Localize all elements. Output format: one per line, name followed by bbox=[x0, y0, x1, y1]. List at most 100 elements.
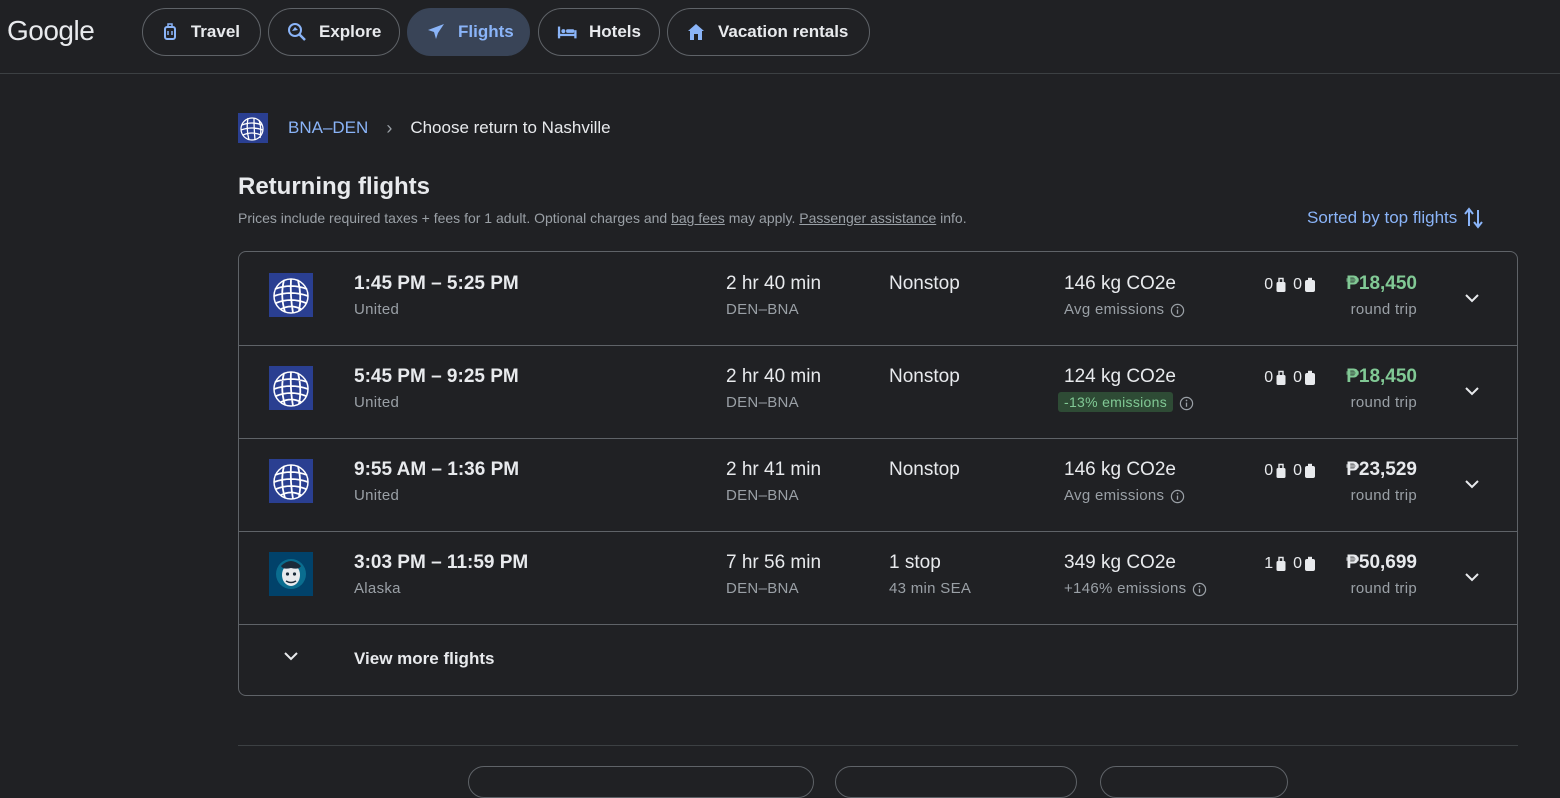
emissions-detail: -13% emissions bbox=[1058, 392, 1194, 412]
carry-on-count: 1 bbox=[1264, 555, 1274, 572]
flight-route: DEN–BNA bbox=[726, 301, 799, 318]
emissions-value: 146 kg CO2e bbox=[1064, 273, 1176, 294]
flight-duration: 2 hr 40 min bbox=[726, 273, 822, 294]
emissions-badge: -13% emissions bbox=[1058, 392, 1174, 412]
united-logo-icon bbox=[269, 366, 313, 410]
united-logo-icon bbox=[238, 113, 268, 143]
carry-on-bag-icon bbox=[1276, 556, 1286, 571]
checked-bag-icon bbox=[1305, 463, 1315, 478]
flight-stops: Nonstop bbox=[889, 459, 960, 480]
flight-row[interactable]: 5:45 PM – 9:25 PM United 2 hr 40 min DEN… bbox=[239, 345, 1517, 439]
price-note: round trip bbox=[1350, 394, 1417, 411]
carry-on-count: 0 bbox=[1264, 369, 1274, 386]
flight-row[interactable]: 3:03 PM – 11:59 PM Alaska 7 hr 56 min DE… bbox=[239, 531, 1517, 625]
price-note: round trip bbox=[1350, 301, 1417, 318]
carry-on-count: 0 bbox=[1264, 276, 1274, 293]
checked-bag-count: 0 bbox=[1293, 555, 1302, 572]
flight-stops: Nonstop bbox=[889, 273, 960, 294]
carry-on-bag-icon bbox=[1276, 277, 1286, 292]
info-icon[interactable] bbox=[1179, 396, 1194, 411]
tab-explore[interactable]: Explore bbox=[268, 8, 400, 56]
bag-fees-link[interactable]: bag fees bbox=[671, 210, 725, 226]
flight-price: ₱18,450 bbox=[1346, 273, 1417, 294]
note-text: may apply. bbox=[728, 210, 796, 226]
expand-chevron-icon[interactable] bbox=[1462, 288, 1482, 308]
flight-route: DEN–BNA bbox=[726, 394, 799, 411]
baggage-allowance: 1 0 bbox=[1264, 555, 1322, 573]
checked-bag-count: 0 bbox=[1293, 462, 1302, 479]
flight-price: ₱18,450 bbox=[1346, 366, 1417, 387]
expand-chevron-icon[interactable] bbox=[1462, 474, 1482, 494]
flight-price: ₱23,529 bbox=[1346, 459, 1417, 480]
flight-row[interactable]: 1:45 PM – 5:25 PM United 2 hr 40 min DEN… bbox=[239, 252, 1517, 346]
checked-bag-icon bbox=[1305, 556, 1315, 571]
view-more-label: View more flights bbox=[354, 649, 495, 668]
carry-on-count: 0 bbox=[1264, 462, 1274, 479]
flight-price: ₱50,699 bbox=[1346, 552, 1417, 573]
breadcrumb-route-link[interactable]: BNA–DEN bbox=[288, 118, 368, 138]
google-logo[interactable]: Google bbox=[7, 15, 95, 47]
emissions-note: Avg emissions bbox=[1064, 487, 1165, 504]
tab-label: Explore bbox=[319, 22, 382, 41]
airline-name: United bbox=[354, 394, 400, 411]
passenger-assistance-link[interactable]: Passenger assistance bbox=[799, 210, 936, 226]
flight-times: 5:45 PM – 9:25 PM bbox=[354, 366, 519, 387]
explore-icon bbox=[287, 22, 307, 42]
baggage-allowance: 0 0 bbox=[1264, 276, 1322, 294]
flight-row[interactable]: 9:55 AM – 1:36 PM United 2 hr 41 min DEN… bbox=[239, 438, 1517, 532]
flight-route: DEN–BNA bbox=[726, 487, 799, 504]
tab-travel[interactable]: Travel bbox=[142, 8, 261, 56]
price-note: Prices include required taxes + fees for… bbox=[238, 210, 967, 226]
baggage-allowance: 0 0 bbox=[1264, 462, 1322, 480]
luggage-icon bbox=[161, 22, 179, 42]
breadcrumb-current: Choose return to Nashville bbox=[410, 118, 611, 137]
breadcrumb: BNA–DEN › Choose return to Nashville bbox=[238, 113, 611, 143]
airline-name: United bbox=[354, 301, 400, 318]
sort-arrows-icon bbox=[1464, 207, 1484, 229]
emissions-detail: Avg emissions bbox=[1064, 301, 1185, 318]
airplane-icon bbox=[426, 22, 446, 42]
flight-times: 1:45 PM – 5:25 PM bbox=[354, 273, 519, 294]
price-note: round trip bbox=[1350, 580, 1417, 597]
alaska-logo-icon bbox=[269, 552, 313, 596]
tab-hotels[interactable]: Hotels bbox=[538, 8, 660, 56]
emissions-value: 349 kg CO2e bbox=[1064, 552, 1176, 573]
info-icon[interactable] bbox=[1170, 303, 1185, 318]
note-text: info. bbox=[940, 210, 967, 226]
tab-label: Vacation rentals bbox=[718, 22, 849, 41]
emissions-value: 124 kg CO2e bbox=[1064, 366, 1176, 387]
tab-vacation-rentals[interactable]: Vacation rentals bbox=[667, 8, 870, 56]
layover-info: 43 min SEA bbox=[889, 580, 972, 597]
emissions-detail: +146% emissions bbox=[1064, 580, 1207, 597]
tab-flights[interactable]: Flights bbox=[407, 8, 530, 56]
flight-stops: Nonstop bbox=[889, 366, 960, 387]
info-icon[interactable] bbox=[1170, 489, 1185, 504]
checked-bag-count: 0 bbox=[1293, 369, 1302, 386]
flight-times: 3:03 PM – 11:59 PM bbox=[354, 552, 529, 573]
flight-duration: 7 hr 56 min bbox=[726, 552, 822, 573]
bed-icon bbox=[557, 22, 577, 42]
flight-stops: 1 stop bbox=[889, 552, 941, 573]
carry-on-bag-icon bbox=[1276, 370, 1286, 385]
chevron-right-icon: › bbox=[386, 117, 393, 138]
baggage-allowance: 0 0 bbox=[1264, 369, 1322, 387]
price-note: round trip bbox=[1350, 487, 1417, 504]
emissions-note: +146% emissions bbox=[1064, 580, 1187, 597]
flight-duration: 2 hr 40 min bbox=[726, 366, 822, 387]
flight-times: 9:55 AM – 1:36 PM bbox=[354, 459, 520, 480]
flight-duration: 2 hr 41 min bbox=[726, 459, 822, 480]
tab-label: Flights bbox=[458, 22, 514, 41]
checked-bag-count: 0 bbox=[1293, 276, 1302, 293]
expand-chevron-icon[interactable] bbox=[1462, 567, 1482, 587]
tab-label: Travel bbox=[190, 22, 240, 41]
airline-name: Alaska bbox=[354, 580, 401, 597]
checked-bag-icon bbox=[1305, 277, 1315, 292]
carry-on-bag-icon bbox=[1276, 463, 1286, 478]
page-title: Returning flights bbox=[238, 173, 430, 200]
view-more-flights-button[interactable]: View more flights bbox=[239, 624, 1517, 695]
united-logo-icon bbox=[269, 459, 313, 503]
expand-chevron-icon[interactable] bbox=[1462, 381, 1482, 401]
info-icon[interactable] bbox=[1192, 582, 1207, 597]
house-icon bbox=[686, 22, 706, 42]
sort-button[interactable]: Sorted by top flights bbox=[1307, 206, 1485, 230]
